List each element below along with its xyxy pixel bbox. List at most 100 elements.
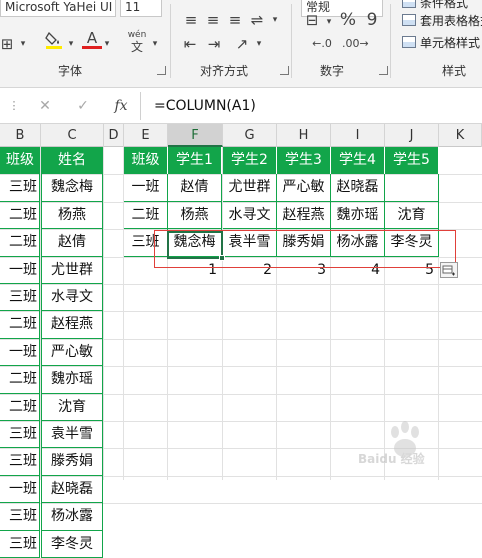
- autofill-options-button[interactable]: [440, 262, 458, 278]
- column-header[interactable]: G: [223, 124, 277, 147]
- format-as-table-button[interactable]: 套用表格格式: [402, 12, 482, 30]
- increase-indent-icon[interactable]: ⇥: [204, 34, 224, 54]
- left-table-cell[interactable]: 三班: [0, 284, 40, 312]
- left-table-cell[interactable]: 水寻文: [41, 284, 103, 312]
- column-header[interactable]: C: [41, 124, 104, 147]
- font-color-dropdown-icon[interactable]: ▾: [102, 34, 112, 54]
- left-table-cell[interactable]: 三班: [0, 448, 40, 476]
- right-table-header[interactable]: 班级: [124, 147, 168, 175]
- increase-decimal-icon[interactable]: ←.0: [310, 34, 334, 54]
- column-header[interactable]: K: [439, 124, 482, 147]
- left-table-cell[interactable]: 杨冰露: [41, 503, 103, 531]
- font-color-button[interactable]: A: [82, 30, 102, 49]
- table-icon: [402, 14, 416, 26]
- left-table-cell[interactable]: 赵程燕: [41, 311, 103, 339]
- font-color-letter: A: [86, 29, 98, 47]
- enter-icon[interactable]: ✓: [68, 94, 98, 118]
- left-table-cell[interactable]: 魏念梅: [41, 174, 103, 202]
- right-table-header[interactable]: 学生4: [331, 147, 385, 175]
- orientation-icon[interactable]: ↗: [232, 34, 252, 54]
- right-table-cell[interactable]: 赵程燕: [277, 201, 331, 230]
- decrease-indent-icon[interactable]: ⇤: [180, 34, 200, 54]
- left-table-cell[interactable]: 三班: [0, 530, 40, 558]
- font-size-select[interactable]: 11: [120, 0, 162, 17]
- orientation-dropdown-icon[interactable]: ▾: [254, 34, 264, 54]
- percent-icon[interactable]: %: [338, 10, 358, 30]
- column-header[interactable]: E: [124, 124, 168, 147]
- decrease-decimal-icon[interactable]: .00→: [342, 34, 369, 54]
- left-table-cell[interactable]: 沈育: [41, 393, 103, 421]
- ribbon-separator: [291, 4, 292, 78]
- left-table-header[interactable]: 班级: [0, 147, 40, 175]
- column-header[interactable]: I: [331, 124, 385, 147]
- right-table-cell[interactable]: 水寻文: [223, 201, 277, 230]
- insert-function-icon[interactable]: fx: [106, 94, 136, 118]
- column-header[interactable]: J: [385, 124, 439, 147]
- wrap-dropdown-icon[interactable]: ▾: [270, 10, 280, 30]
- left-table-cell[interactable]: 赵倩: [41, 229, 103, 257]
- group-label-font: 字体: [58, 64, 83, 78]
- column-header-selected[interactable]: F: [168, 124, 223, 147]
- alignment-dialog-launcher[interactable]: [280, 66, 289, 75]
- phonetic-letter: wén: [127, 30, 147, 40]
- right-table-cell[interactable]: 沈育: [385, 201, 439, 230]
- left-table-cell[interactable]: 三班: [0, 174, 40, 202]
- comma-style-icon[interactable]: 9: [362, 10, 382, 30]
- formula-input[interactable]: =COLUMN(A1): [154, 94, 256, 118]
- right-table-header[interactable]: 学生2: [223, 147, 277, 175]
- phonetic-button[interactable]: wén 文: [126, 30, 148, 54]
- left-table-cell[interactable]: 二班: [0, 201, 40, 230]
- cell-styles-button[interactable]: 单元格样式: [402, 34, 480, 52]
- left-table-cell[interactable]: 三班: [0, 503, 40, 531]
- fill-dropdown-icon[interactable]: ▾: [66, 34, 76, 54]
- right-table-header[interactable]: 学生5: [385, 147, 439, 175]
- wrap-text-icon[interactable]: ⇌: [248, 10, 266, 30]
- right-table-cell[interactable]: 魏亦瑶: [331, 201, 385, 230]
- border-dropdown-icon[interactable]: ▾: [18, 34, 28, 54]
- column-header[interactable]: H: [277, 124, 331, 147]
- right-table-cell[interactable]: 二班: [124, 201, 168, 230]
- left-table-cell[interactable]: 一班: [0, 338, 40, 367]
- currency-icon[interactable]: ⊟: [300, 10, 324, 30]
- left-table-cell[interactable]: 杨燕: [41, 201, 103, 230]
- left-table-cell[interactable]: 魏亦瑶: [41, 366, 103, 394]
- font-name-select[interactable]: Microsoft YaHei UI: [0, 0, 116, 17]
- right-table-header[interactable]: 学生3: [277, 147, 331, 175]
- right-table-cell[interactable]: 一班: [124, 174, 168, 202]
- currency-dropdown-icon[interactable]: ▾: [324, 12, 334, 32]
- left-table-cell[interactable]: 二班: [0, 229, 40, 257]
- left-table-cell[interactable]: 一班: [0, 256, 40, 284]
- column-header[interactable]: B: [0, 124, 41, 147]
- right-table-cell[interactable]: 尤世群: [223, 174, 277, 202]
- left-table-cell[interactable]: 二班: [0, 366, 40, 394]
- border-icon[interactable]: ⊞: [0, 34, 14, 54]
- comma-label: 9: [366, 10, 378, 30]
- column-header[interactable]: D: [104, 124, 124, 147]
- conditional-format-button[interactable]: 条件格式: [402, 0, 468, 12]
- left-table-cell[interactable]: 尤世群: [41, 256, 103, 284]
- right-table-header[interactable]: 学生1: [168, 147, 222, 175]
- left-table-cell[interactable]: 二班: [0, 311, 40, 339]
- fill-color-icon: [45, 31, 62, 49]
- phonetic-dropdown-icon[interactable]: ▾: [150, 34, 160, 54]
- left-table-header[interactable]: 姓名: [41, 147, 103, 175]
- align-left-icon[interactable]: ≡: [182, 10, 200, 30]
- right-table-cell[interactable]: 赵倩: [168, 174, 222, 202]
- right-table-cell[interactable]: 赵晓磊: [331, 174, 385, 202]
- right-table-cell[interactable]: 杨燕: [168, 201, 222, 230]
- right-table-cell[interactable]: 严心敏: [277, 174, 331, 202]
- left-table-cell[interactable]: 袁半雪: [41, 421, 103, 449]
- cancel-icon[interactable]: ✕: [30, 94, 60, 118]
- left-table-cell[interactable]: 李冬灵: [41, 530, 103, 558]
- left-table-cell[interactable]: 二班: [0, 393, 40, 421]
- fill-color-button[interactable]: [42, 30, 66, 55]
- left-table-cell[interactable]: 严心敏: [41, 338, 103, 367]
- left-table-cell[interactable]: 滕秀娟: [41, 448, 103, 476]
- left-table-cell[interactable]: 三班: [0, 421, 40, 449]
- align-center-icon[interactable]: ≡: [204, 10, 222, 30]
- right-table-cell[interactable]: [385, 174, 439, 202]
- name-box-dropdown-icon[interactable]: ⋮: [0, 94, 28, 118]
- number-dialog-launcher[interactable]: [379, 66, 388, 75]
- align-right-icon[interactable]: ≡: [226, 10, 244, 30]
- font-dialog-launcher[interactable]: [157, 66, 166, 75]
